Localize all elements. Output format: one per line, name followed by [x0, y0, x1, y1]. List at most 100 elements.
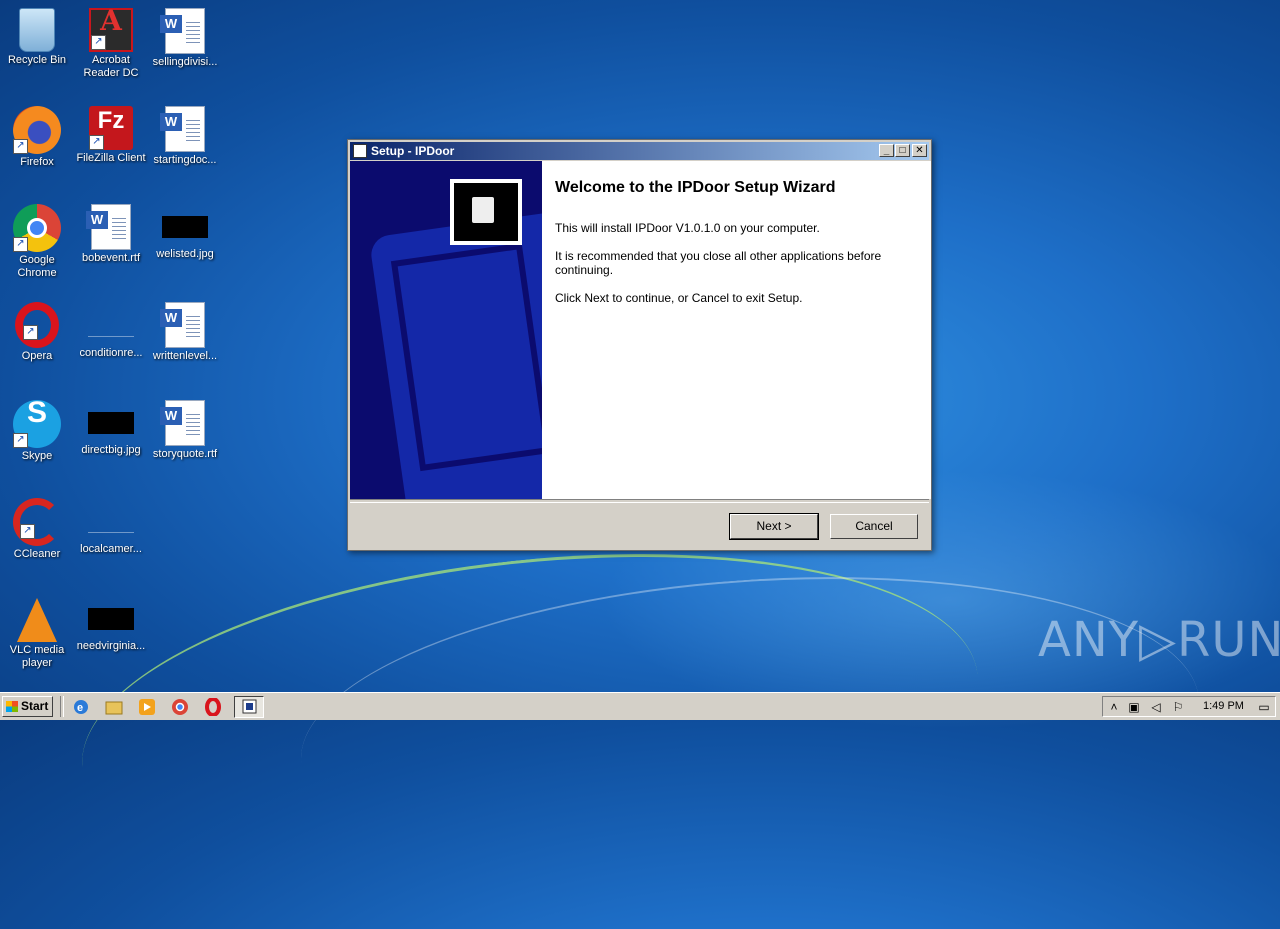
desktop-icon-label: Skype: [21, 450, 53, 462]
desktop-icon-label: welisted.jpg: [156, 248, 214, 260]
word-document-icon: [160, 106, 205, 152]
desktop-icon-label: bobevent.rtf: [81, 252, 141, 264]
tray-expand-icon[interactable]: ˄: [1107, 700, 1121, 714]
desktop-icon-recycle-bin[interactable]: Recycle Bin: [0, 2, 74, 67]
opera-icon[interactable]: [204, 697, 222, 717]
ie-icon[interactable]: e: [72, 698, 90, 716]
network-icon[interactable]: ▣: [1127, 700, 1141, 714]
action-center-flag-icon[interactable]: ⚐: [1171, 700, 1185, 714]
firefox-icon: ↗: [13, 106, 61, 154]
minimize-button[interactable]: _: [879, 144, 894, 157]
svg-text:e: e: [77, 702, 83, 714]
word-document-icon: [160, 302, 205, 348]
desktop-icon-label: conditionre...: [79, 347, 143, 359]
next-button[interactable]: Next >: [729, 513, 819, 540]
anyrun-watermark: ANY▷RUN: [1038, 612, 1280, 668]
taskbar-setup-ipdoor[interactable]: [234, 696, 264, 718]
desktop-icon-label: Opera: [21, 350, 53, 362]
desktop-icon-label: Acrobat Reader DC: [83, 54, 139, 79]
desktop-icon-firefox[interactable]: ↗ Firefox: [0, 100, 74, 169]
shortcut-arrow-icon: ↗: [23, 325, 38, 340]
desktop-icon-writtenlevel[interactable]: writtenlevel...: [148, 296, 222, 363]
desktop-icon-conditionre[interactable]: conditionre...: [74, 296, 148, 360]
wizard-recommend-text: It is recommended that you close all oth…: [555, 249, 882, 277]
file-icon: [88, 314, 134, 337]
desktop-icon-skype[interactable]: ↗ Skype: [0, 394, 74, 463]
opera-icon: ↗: [15, 302, 59, 348]
acrobat-icon: ↗: [89, 8, 133, 52]
wizard-install-text: This will install IPDoor V1.0.1.0 on you…: [555, 221, 820, 235]
recycle-bin-icon: [19, 8, 55, 52]
file-icon: [88, 510, 134, 533]
desktop-icon-label: writtenlevel...: [152, 350, 218, 362]
shortcut-arrow-icon: ↗: [91, 35, 106, 50]
filezilla-icon: ↗: [89, 106, 133, 150]
maximize-button[interactable]: □: [895, 144, 910, 157]
desktop-icon-label: VLC media player: [9, 644, 65, 669]
media-player-icon[interactable]: [138, 698, 156, 716]
desktop-icon-label: Firefox: [20, 156, 54, 168]
desktop-icon-directbig[interactable]: directbig.jpg: [74, 394, 148, 457]
word-document-icon: [160, 8, 205, 54]
dialog-titlebar[interactable]: Setup - IPDoor _ □ ✕: [350, 142, 929, 160]
shortcut-arrow-icon: ↗: [13, 433, 28, 448]
word-document-icon: [160, 400, 205, 446]
shortcut-arrow-icon: ↗: [89, 135, 104, 150]
installer-logo-icon: [450, 179, 522, 245]
desktop-icon-storyquote[interactable]: storyquote.rtf: [148, 394, 222, 461]
dialog-separator: [350, 499, 929, 503]
desktop-icon-needvirginia[interactable]: needvirginia...: [74, 590, 148, 653]
desktop-icon-label: sellingdivisi...: [152, 56, 218, 68]
image-file-icon: [162, 216, 208, 238]
desktop-icon-ccleaner[interactable]: ↗ CCleaner: [0, 492, 74, 561]
desktop-icon-label: CCleaner: [13, 548, 61, 560]
vlc-icon: [17, 598, 57, 642]
desktop-icon-label: startingdoc...: [153, 154, 217, 166]
desktop-icon-label: Recycle Bin: [7, 54, 67, 66]
setup-app-icon: [353, 144, 367, 158]
chrome-icon: ↗: [13, 204, 61, 252]
installer-logo-graphic: [454, 183, 518, 241]
skype-icon: ↗: [13, 400, 61, 448]
desktop-icon-label: directbig.jpg: [81, 444, 141, 456]
image-file-icon: [88, 412, 134, 434]
desktop-icon-label: storyquote.rtf: [152, 448, 218, 460]
chrome-icon[interactable]: [171, 698, 189, 716]
desktop-icon-bobevent[interactable]: bobevent.rtf: [74, 198, 148, 265]
dialog-title: Setup - IPDoor: [371, 144, 455, 158]
word-document-icon: [86, 204, 131, 250]
image-file-icon: [88, 608, 134, 630]
taskbar: Start e ˄ ▣ ◁ ⚐ 1:49 PM ▭: [0, 692, 1280, 720]
cancel-button[interactable]: Cancel: [830, 514, 918, 539]
volume-icon[interactable]: ◁: [1149, 700, 1163, 714]
setup-dialog: Setup - IPDoor _ □ ✕ Welcome to the IPDo…: [347, 139, 932, 551]
wizard-content: Welcome to the IPDoor Setup Wizard This …: [542, 161, 931, 499]
shortcut-arrow-icon: ↗: [13, 139, 28, 154]
shortcut-arrow-icon: ↗: [20, 524, 35, 539]
desktop-icon-localcamer[interactable]: localcamer...: [74, 492, 148, 556]
system-tray: ˄ ▣ ◁ ⚐ 1:49 PM ▭: [1102, 696, 1276, 717]
ccleaner-icon: ↗: [13, 498, 61, 546]
wizard-heading: Welcome to the IPDoor Setup Wizard: [555, 179, 836, 196]
desktop-icon-label: localcamer...: [80, 543, 142, 555]
desktop-icon-label: FileZilla Client: [76, 152, 146, 164]
desktop-icon-vlc[interactable]: VLC media player: [0, 590, 74, 670]
explorer-icon[interactable]: [105, 698, 123, 716]
show-desktop-icon[interactable]: ▭: [1257, 700, 1271, 714]
desktop-icon-opera[interactable]: ↗ Opera: [0, 296, 74, 363]
desktop-icon-sellingdivisi[interactable]: sellingdivisi...: [148, 2, 222, 69]
wizard-continue-text: Click Next to continue, or Cancel to exi…: [555, 291, 803, 305]
desktop-icon-chrome[interactable]: ↗ Google Chrome: [0, 198, 74, 280]
shortcut-arrow-icon: ↗: [13, 237, 28, 252]
clock[interactable]: 1:49 PM: [1203, 700, 1244, 712]
start-button[interactable]: Start: [2, 696, 53, 717]
desktop-icon-acrobat[interactable]: ↗ Acrobat Reader DC: [74, 2, 148, 80]
desktop-icon-welisted[interactable]: welisted.jpg: [148, 198, 222, 261]
close-button[interactable]: ✕: [912, 144, 927, 157]
wizard-side-image: [350, 161, 542, 499]
taskbar-separator: [60, 696, 64, 717]
desktop-icon-filezilla[interactable]: ↗ FileZilla Client: [74, 100, 148, 165]
desktop-icon-startingdoc[interactable]: startingdoc...: [148, 100, 222, 167]
desktop-icon-label: Google Chrome: [17, 254, 57, 279]
desktop-icon-label: needvirginia...: [76, 640, 146, 652]
